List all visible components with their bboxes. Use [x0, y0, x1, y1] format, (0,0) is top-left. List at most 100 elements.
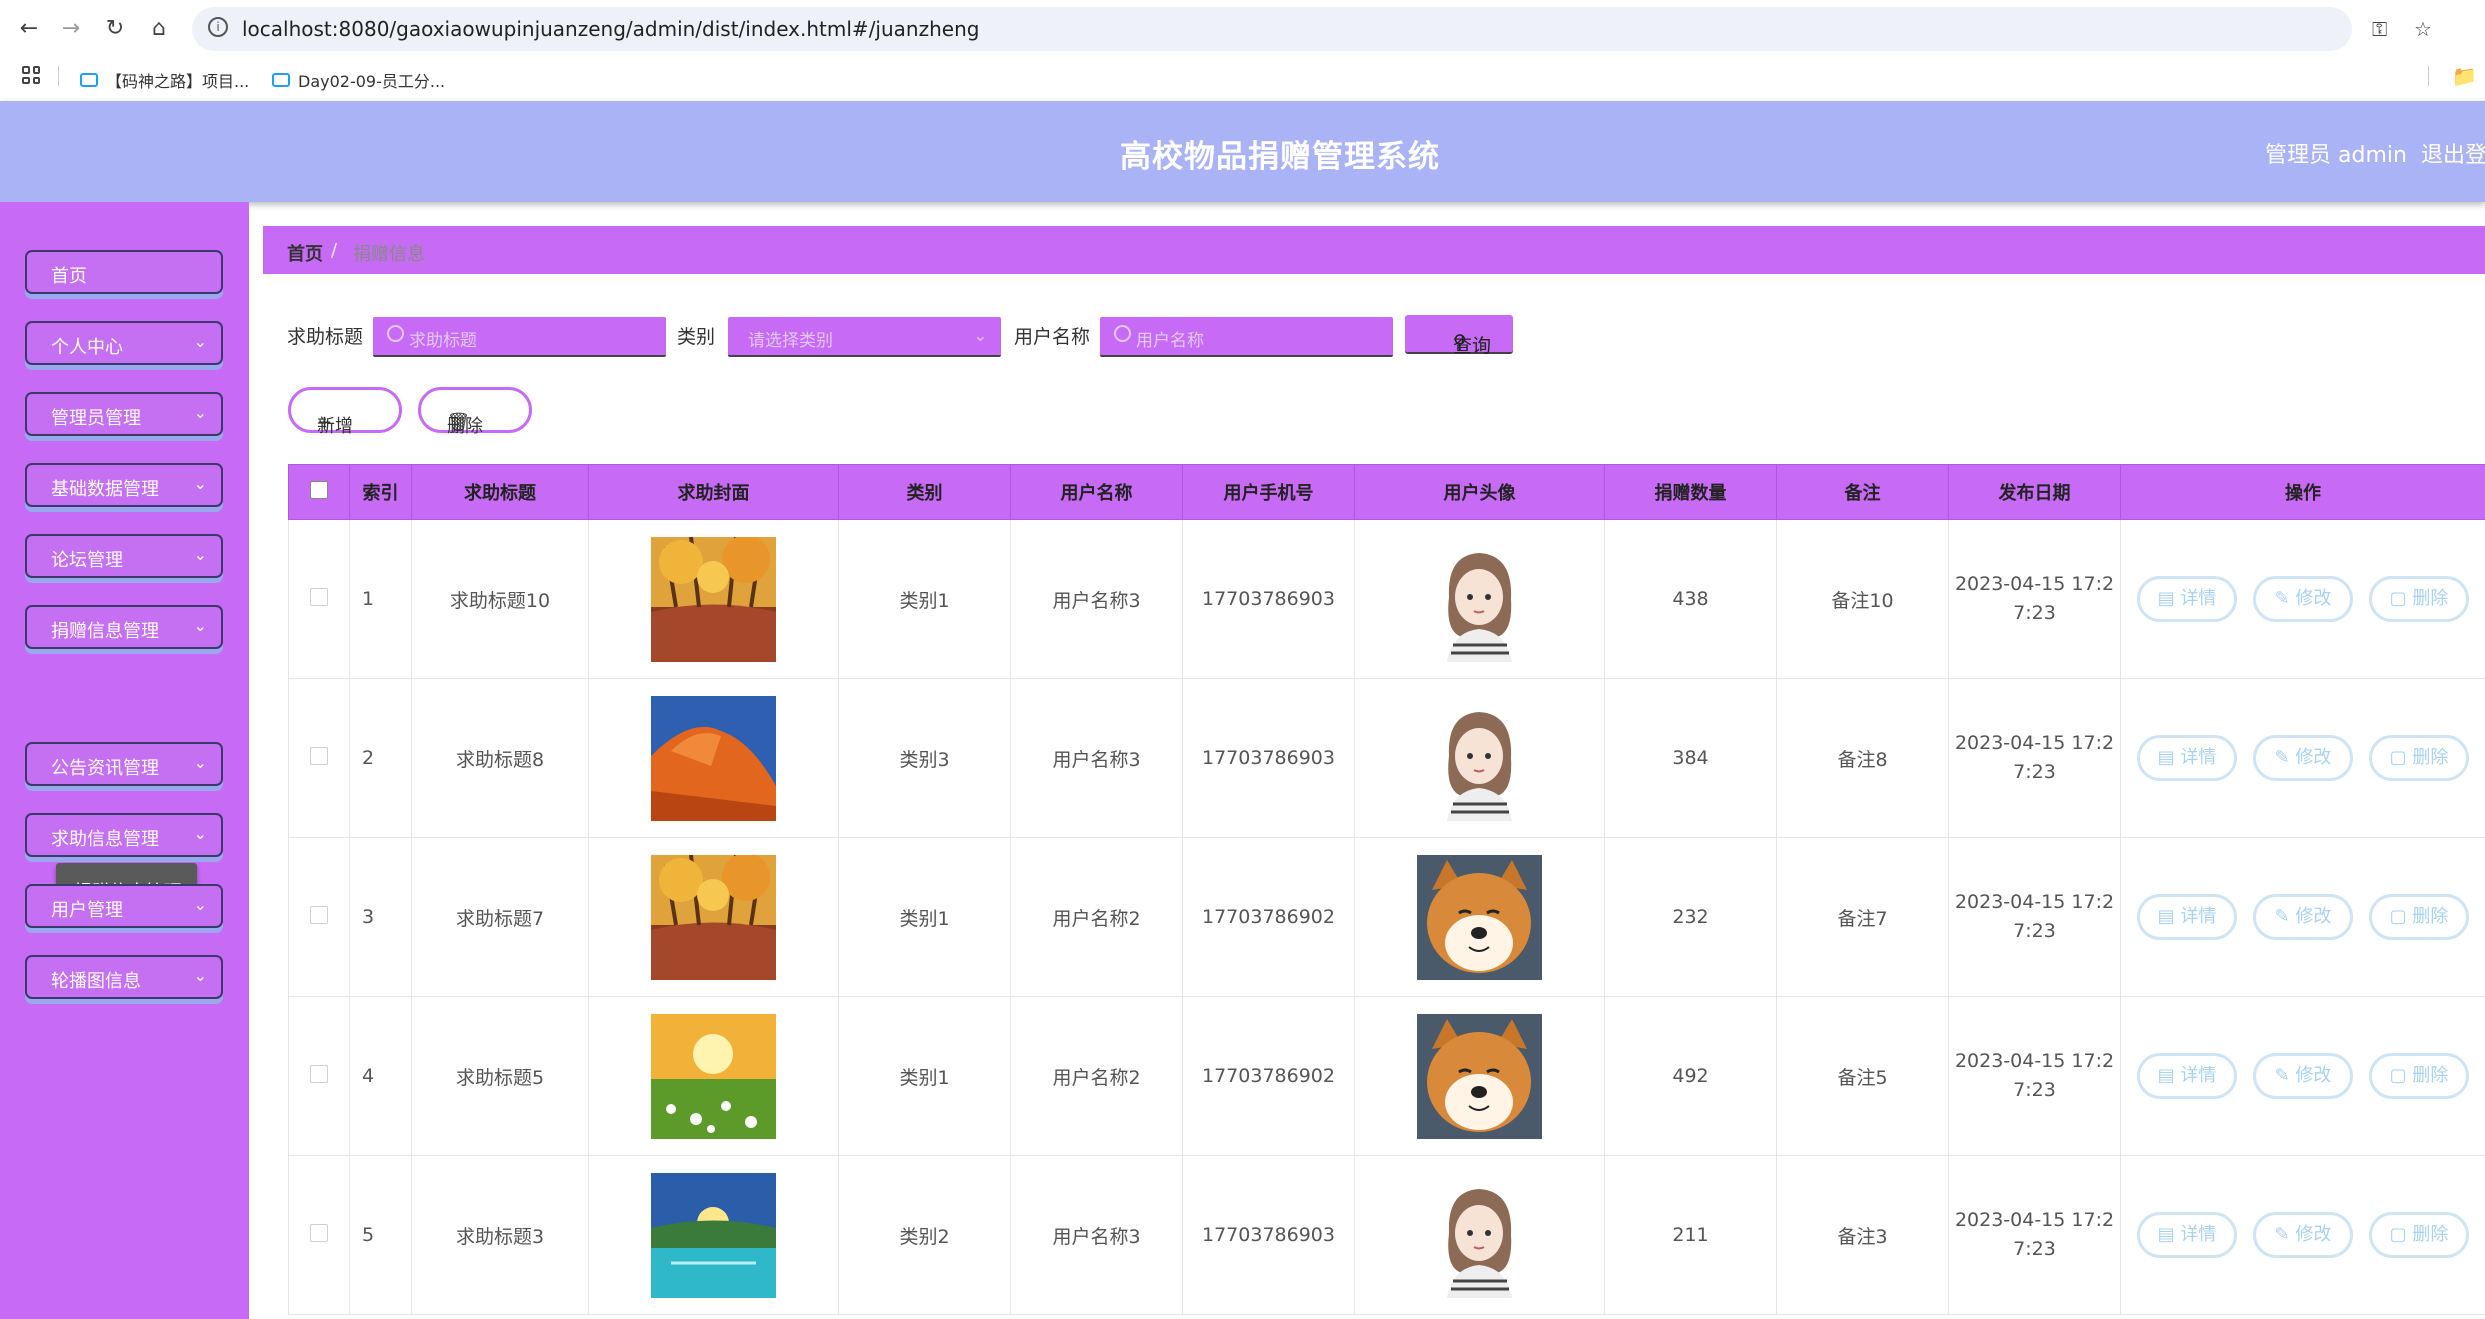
edit-button[interactable]: ✎ 修改 — [2253, 1053, 2353, 1099]
sidebar-item-donation[interactable]: 捐赠信息管理 ⌄ — [25, 605, 223, 649]
sidebar-item-admin-management[interactable]: 管理员管理 ⌄ — [25, 392, 223, 436]
detail-button-label: 详情 — [2180, 747, 2217, 768]
cover-image[interactable] — [651, 852, 776, 980]
reload-icon[interactable]: ↻ — [102, 16, 128, 42]
delete-button[interactable]: ▢ 删除 — [2369, 1212, 2470, 1258]
edit-button[interactable]: ✎ 修改 — [2253, 894, 2353, 940]
row-checkbox[interactable] — [310, 1223, 328, 1242]
column-header: 求助封面 — [588, 464, 839, 520]
row-select-cell[interactable] — [288, 1155, 350, 1315]
select-all-checkbox[interactable] — [310, 480, 328, 499]
row-select-cell[interactable] — [288, 996, 350, 1156]
row-checkbox[interactable] — [310, 1064, 328, 1083]
cover-image[interactable] — [651, 1013, 776, 1139]
username-search-input[interactable]: 用户名称 — [1100, 317, 1393, 357]
edit-button[interactable]: ✎ 修改 — [2253, 576, 2353, 622]
avatar[interactable] — [1417, 695, 1542, 821]
avatar[interactable] — [1417, 1013, 1542, 1139]
detail-button[interactable]: ▤ 详情 — [2136, 1212, 2237, 1258]
category-select[interactable]: 请选择类别 ⌄ — [728, 317, 1001, 357]
edit-button-label: 修改 — [2295, 1224, 2332, 1245]
row-checkbox[interactable] — [310, 587, 328, 606]
row-checkbox[interactable] — [310, 746, 328, 765]
avatar[interactable] — [1417, 1172, 1542, 1298]
cover-cell — [588, 837, 839, 997]
row-select-cell[interactable] — [288, 837, 350, 997]
address-bar[interactable]: i localhost:8080/gaoxiaowupinjuanzeng/ad… — [192, 7, 2432, 51]
cover-image[interactable] — [651, 534, 776, 662]
note-cell: 备注10 — [1776, 519, 1949, 679]
amount-cell: 232 — [1604, 837, 1777, 997]
column-header: 发布日期 — [1948, 464, 2121, 520]
url-text[interactable]: localhost:8080/gaoxiaowupinjuanzeng/admi… — [242, 17, 979, 41]
note-cell: 备注7 — [1776, 837, 1949, 997]
date-line-1: 2023-04-15 17:2 — [1954, 1050, 2115, 1072]
detail-button-label: 详情 — [2180, 1224, 2217, 1245]
detail-button[interactable]: ▤ 详情 — [2136, 1053, 2237, 1099]
actions-cell: ▤ 详情 ✎ 修改 ▢ 删除 — [2120, 996, 2485, 1156]
row-select-cell[interactable] — [288, 519, 350, 679]
home-icon[interactable]: ⌂ — [146, 16, 172, 42]
detail-button[interactable]: ▤ 详情 — [2136, 576, 2237, 622]
sidebar-item-base-data[interactable]: 基础数据管理 ⌄ — [25, 463, 223, 507]
index-cell: 1 — [349, 519, 412, 679]
index-cell: 3 — [349, 837, 412, 997]
password-key-icon[interactable]: ⚿ — [2372, 17, 2387, 41]
add-button[interactable]: + 新增 — [288, 387, 402, 437]
avatar[interactable] — [1417, 536, 1542, 662]
delete-button[interactable]: ▢ 删除 — [2369, 576, 2470, 622]
column-header: 索引 — [349, 464, 412, 520]
detail-button-label: 详情 — [2180, 906, 2217, 927]
detail-button[interactable]: ▤ 详情 — [2136, 894, 2237, 940]
date-cell: 2023-04-15 17:2 7:23 — [1948, 678, 2121, 838]
sidebar-item-users[interactable]: 用户管理 ⌄ — [25, 884, 223, 928]
row-checkbox[interactable] — [310, 905, 328, 924]
row-select-cell[interactable] — [288, 678, 350, 838]
logout-button[interactable]: 退出登 — [2421, 137, 2485, 169]
trash-icon: ▢ — [2389, 1065, 2407, 1086]
chevron-down-icon: ⌄ — [193, 545, 207, 564]
sidebar-item-carousel[interactable]: 轮播图信息 ⌄ — [25, 955, 223, 999]
category-placeholder: 请选择类别 — [748, 331, 833, 351]
avatar[interactable] — [1417, 854, 1542, 980]
username-cell: 用户名称2 — [1010, 837, 1183, 997]
select-all-cell[interactable] — [288, 464, 350, 520]
sidebar-item-home[interactable]: 首页 — [25, 250, 223, 294]
delete-button-label: 删除 — [2412, 1224, 2449, 1245]
sidebar-item-announcements[interactable]: 公告资讯管理 ⌄ — [25, 742, 223, 786]
breadcrumb-current: 捐赠信息 — [353, 244, 425, 265]
bookmark-star-icon[interactable]: ☆ — [2414, 17, 2432, 41]
delete-button[interactable]: ▢ 删除 — [2369, 735, 2470, 781]
chevron-down-icon: ⌄ — [193, 403, 207, 422]
title-search-input[interactable]: 求助标题 — [373, 317, 666, 357]
back-icon[interactable]: ← — [16, 16, 42, 42]
cover-image[interactable] — [651, 695, 776, 821]
cover-image[interactable] — [651, 1172, 776, 1298]
detail-button[interactable]: ▤ 详情 — [2136, 735, 2237, 781]
site-info-icon[interactable]: i — [208, 17, 228, 37]
delete-button[interactable]: ▢ 删除 — [2369, 1053, 2470, 1099]
bookmark-2[interactable]: Day02-09-员工分... — [272, 68, 445, 92]
batch-delete-button[interactable]: 🗑 删除 — [418, 387, 532, 437]
sidebar-item-help-requests[interactable]: 求助信息管理 ⌄ — [25, 813, 223, 857]
edit-button[interactable]: ✎ 修改 — [2253, 735, 2353, 781]
sidebar-item-label: 首页 — [51, 266, 87, 287]
folder-icon[interactable]: 📁 — [2452, 64, 2477, 88]
edit-button-label: 修改 — [2295, 747, 2332, 768]
sidebar-item-forum[interactable]: 论坛管理 ⌄ — [25, 534, 223, 578]
apps-grid-icon[interactable] — [22, 66, 40, 84]
forward-icon[interactable]: → — [58, 16, 84, 42]
sidebar-item-personal-center[interactable]: 个人中心 ⌄ — [25, 321, 223, 365]
bookmark-2-label: Day02-09-员工分... — [298, 72, 446, 91]
bookmark-1[interactable]: 【码神之路】项目... — [80, 68, 249, 92]
phone-cell: 17703786903 — [1182, 519, 1355, 679]
index-cell: 5 — [349, 1155, 412, 1315]
breadcrumb-home[interactable]: 首页 — [287, 240, 323, 266]
sidebar: 首页 个人中心 ⌄ 管理员管理 ⌄ 基础数据管理 ⌄ 论坛管理 ⌄ 捐赠信息管理… — [0, 202, 249, 1319]
username-cell: 用户名称3 — [1010, 678, 1183, 838]
date-line-1: 2023-04-15 17:2 — [1954, 732, 2115, 754]
edit-button[interactable]: ✎ 修改 — [2253, 1212, 2353, 1258]
delete-button[interactable]: ▢ 删除 — [2369, 894, 2470, 940]
document-icon: ▤ — [2157, 588, 2175, 609]
query-button[interactable]: 查询 ⚲ — [1405, 315, 1513, 357]
